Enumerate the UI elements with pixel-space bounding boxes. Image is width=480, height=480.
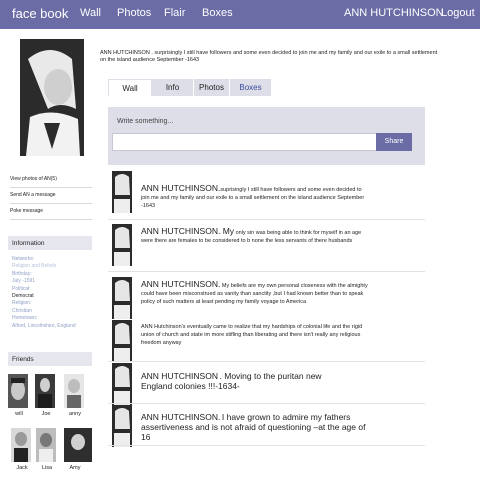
post-body: ANN HUTCHINSON.suprisingly I still have … (141, 184, 371, 210)
post-author[interactable]: ANN HUTCHINSON (141, 371, 218, 381)
friend-avatar (35, 374, 55, 408)
top-nav-bar: face book Wall Photos Flair Boxes ANN HU… (0, 0, 480, 29)
post-body: ANN Hutchinson's eventually came to real… (141, 323, 371, 347)
nav-wall[interactable]: Wall (80, 7, 101, 19)
nav-user-name[interactable]: ANN HUTCHINSON (344, 7, 444, 19)
logout-link[interactable]: Logout (441, 7, 475, 19)
post-avatar[interactable] (112, 405, 132, 447)
nav-photos[interactable]: Photos (117, 7, 151, 19)
info-hometown-label: Hometown: (12, 315, 38, 322)
post-avatar[interactable] (112, 320, 132, 362)
friends-heading: Friends (8, 352, 92, 366)
info-religion-label: Religion: (12, 300, 32, 307)
friend-name[interactable]: Lisa (36, 465, 58, 471)
tab-boxes[interactable]: Boxes (230, 79, 272, 96)
tab-info[interactable]: Info (152, 79, 194, 96)
friend-will[interactable]: will (8, 374, 30, 417)
post-author[interactable]: ANN HUTCHINSON. (141, 412, 220, 422)
info-political-value: Democrat (12, 293, 34, 300)
post-author[interactable]: ANN HUTCHINSON. My (141, 226, 234, 236)
info-religion-value: Christian (12, 307, 32, 314)
info-hometown-value: Alford, Lincolnshire, England (12, 322, 76, 329)
info-political-label: Political: (12, 285, 31, 292)
tab-wall[interactable]: Wall (108, 79, 152, 96)
friend-name[interactable]: Amy (64, 465, 86, 471)
friend-lisa[interactable]: Lisa (36, 428, 58, 471)
friend-avatar (36, 428, 56, 462)
post-divider (108, 403, 425, 404)
tab-photos[interactable]: Photos (194, 79, 230, 96)
friend-amy[interactable]: Amy (64, 428, 92, 471)
brand-logo[interactable]: face book (12, 6, 68, 21)
composer-input[interactable] (112, 133, 379, 151)
friend-avatar (64, 374, 84, 408)
post-body: ANN HUTCHINSON . Moving to the puritan n… (141, 372, 341, 392)
nav-boxes[interactable]: Boxes (202, 7, 233, 19)
post-avatar[interactable] (112, 224, 132, 266)
post-divider (108, 445, 425, 446)
info-networks-value[interactable]: Religion and Beliefs (12, 263, 76, 270)
friend-name[interactable]: Joe (35, 411, 57, 417)
post-author[interactable]: ANN HUTCHINSON. (141, 279, 220, 289)
friend-anny[interactable]: anny (64, 374, 86, 417)
post-body: ANN HUTCHINSON. I have grown to admire m… (141, 413, 371, 443)
post-body: ANN HUTCHINSON. My beliefs are my own pe… (141, 280, 371, 306)
post-avatar[interactable] (112, 171, 132, 213)
friend-name[interactable]: anny (64, 411, 86, 417)
post-divider (108, 271, 425, 272)
post-author[interactable]: ANN HUTCHINSON. (141, 183, 220, 193)
friend-joe[interactable]: Joe (35, 374, 57, 417)
post-avatar[interactable] (112, 277, 132, 319)
post-avatar[interactable] (112, 363, 132, 405)
friend-avatar (8, 374, 28, 408)
information-heading: Information (8, 236, 92, 250)
friend-avatar (11, 428, 31, 462)
info-birthday-value: July -1591 (12, 278, 36, 285)
view-photos-link[interactable]: View photos of AN(5) (10, 176, 92, 188)
friend-name[interactable]: Jack (11, 465, 33, 471)
friend-name[interactable]: will (8, 411, 30, 417)
friend-jack[interactable]: Jack (11, 428, 33, 471)
composer-prompt: Write something... (117, 118, 174, 125)
info-birthday-label: Birthday: (12, 270, 32, 277)
post-text: ANN Hutchinson's eventually came to real… (141, 324, 363, 346)
poke-link[interactable]: Poke message (10, 208, 92, 220)
info-networks-label: Networks: (12, 256, 35, 262)
send-message-link[interactable]: Send AN a message (10, 192, 92, 204)
profile-status-text: ANN HUTCHINSON . surprisingly I still ha… (100, 50, 438, 63)
wall-composer: Write something... Share (108, 107, 425, 165)
nav-flair[interactable]: Flair (164, 7, 185, 19)
information-list: Networks: Religion and Beliefs Birthday:… (12, 256, 76, 330)
friend-avatar (64, 428, 92, 462)
post-divider (108, 361, 425, 362)
post-divider (108, 219, 425, 220)
profile-photo[interactable] (20, 39, 84, 156)
share-button[interactable]: Share (376, 133, 412, 151)
post-body: ANN HUTCHINSON. My only sin was being ab… (141, 227, 371, 245)
